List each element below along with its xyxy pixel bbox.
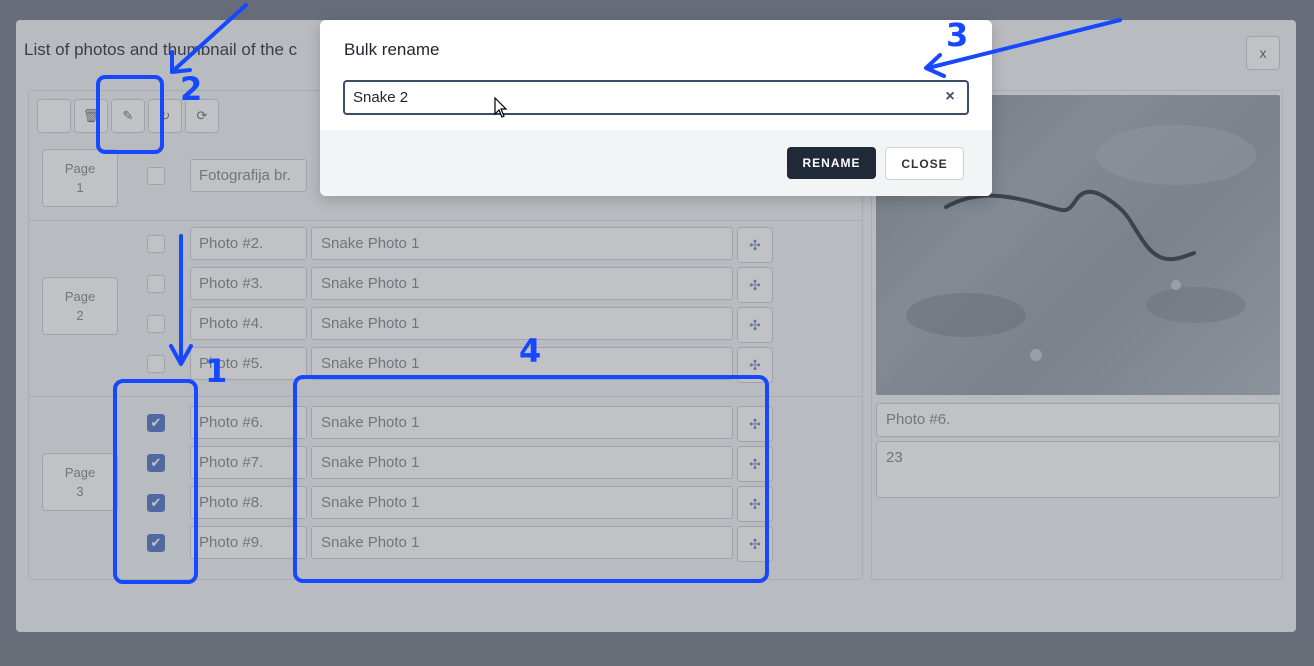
annotation-label-3: 3	[946, 16, 969, 54]
dialog-title: Bulk rename	[344, 40, 440, 59]
rename-input[interactable]	[343, 80, 969, 115]
close-button[interactable]: CLOSE	[885, 147, 964, 180]
annotation-label-1: 1	[205, 352, 228, 390]
annotation-label-4: 4	[519, 332, 542, 370]
dialog-footer: RENAME CLOSE	[320, 130, 992, 196]
rename-button[interactable]: RENAME	[787, 147, 876, 179]
clear-input-icon[interactable]: ×	[942, 88, 958, 106]
mouse-cursor-icon	[494, 97, 508, 118]
bulk-rename-dialog: Bulk rename × RENAME CLOSE	[320, 20, 992, 196]
annotation-label-2: 2	[180, 70, 203, 108]
